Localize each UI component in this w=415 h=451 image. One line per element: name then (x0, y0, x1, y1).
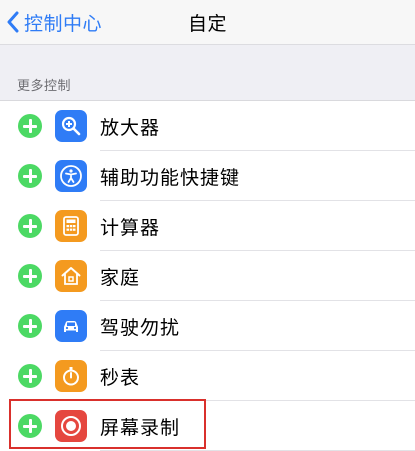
item-label: 家庭 (100, 267, 141, 289)
item-label: 辅助功能快捷键 (100, 167, 241, 189)
add-button[interactable] (18, 364, 42, 388)
add-button[interactable] (18, 214, 42, 238)
list-item-do-not-disturb-while-driving: 驾驶勿扰 (0, 301, 415, 351)
navigation-bar: 控制中心 自定 (0, 0, 415, 45)
accessibility-icon (55, 160, 87, 192)
list-item-accessibility-shortcut: 辅助功能快捷键 (0, 151, 415, 201)
list-item-stopwatch: 秒表 (0, 351, 415, 401)
list-item-home: 家庭 (0, 251, 415, 301)
stopwatch-icon (55, 360, 87, 392)
item-label: 计算器 (100, 217, 161, 239)
section-header: 更多控制 (17, 79, 72, 94)
item-label: 驾驶勿扰 (100, 317, 181, 339)
home-icon (55, 260, 87, 292)
add-button[interactable] (18, 314, 42, 338)
item-label: 放大器 (100, 117, 161, 139)
magnifier-icon (55, 110, 87, 142)
page-title: 自定 (187, 13, 227, 35)
list-item-magnifier: 放大器 (0, 101, 415, 151)
list-item-calculator: 计算器 (0, 201, 415, 251)
add-button[interactable] (18, 114, 42, 138)
add-button[interactable] (18, 164, 42, 188)
add-button[interactable] (18, 264, 42, 288)
car-icon (55, 310, 87, 342)
calculator-icon (55, 210, 87, 242)
item-label: 秒表 (100, 367, 141, 389)
highlight-box (9, 399, 206, 449)
